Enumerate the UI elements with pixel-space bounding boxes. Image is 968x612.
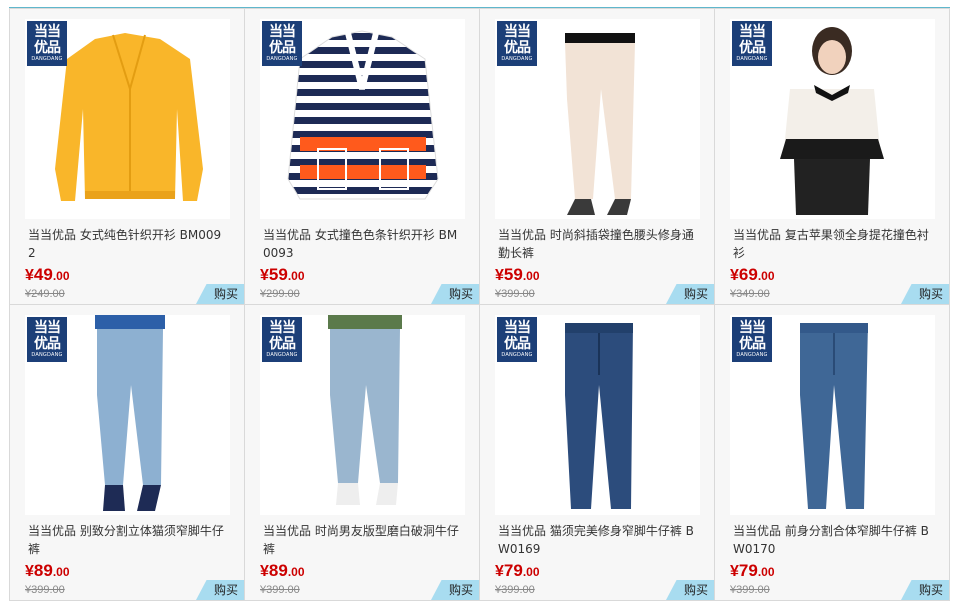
product-title[interactable]: 当当优品 前身分割合体窄脚牛仔裤 BW0170	[733, 522, 933, 558]
product-image-cream-trousers[interactable]: 当当 优品 DANGDANG	[495, 19, 700, 219]
dangdang-logo: 当当 优品 DANGDANG	[27, 21, 67, 66]
product-price: ¥49.00	[25, 265, 70, 284]
product-price: ¥89.00	[25, 561, 70, 580]
product-image-striped-cardigan[interactable]: 当当 优品 DANGDANG	[260, 19, 465, 219]
product-price: ¥89.00	[260, 561, 305, 580]
original-price: ¥399.00	[495, 584, 535, 596]
dangdang-logo: 当当 优品 DANGDANG	[497, 317, 537, 362]
product-price: ¥59.00	[260, 265, 305, 284]
product-title[interactable]: 当当优品 猫须完美修身窄脚牛仔裤 BW0169	[498, 522, 698, 558]
original-price: ¥399.00	[495, 288, 535, 300]
product-price: ¥59.00	[495, 265, 540, 284]
product-image-blue-jeans[interactable]: 当当 优品 DANGDANG	[730, 315, 935, 515]
buy-button[interactable]: 购买	[196, 284, 244, 304]
product-price: ¥79.00	[730, 561, 775, 580]
buy-button[interactable]: 购买	[666, 284, 714, 304]
product-image-yellow-cardigan[interactable]: 当当 优品 DANGDANG	[25, 19, 230, 219]
product-grid: 当当 优品 DANGDANG 当当优品 女式纯色针织开衫 BM0092 ¥49.…	[9, 8, 950, 601]
original-price: ¥399.00	[730, 584, 770, 596]
product-card[interactable]: 当当 优品 DANGDANG 当当优品 前身分割合体窄脚牛仔裤 BW0170 ¥…	[714, 304, 950, 601]
dangdang-logo: 当当 优品 DANGDANG	[732, 21, 772, 66]
product-card[interactable]: 当当 优品 DANGDANG 当当优品 复古苹果领全身提花撞色衬衫 ¥69.00…	[714, 8, 950, 305]
dangdang-logo: 当当 优品 DANGDANG	[497, 21, 537, 66]
product-title[interactable]: 当当优品 女式撞色色条针织开衫 BM0093	[263, 226, 463, 262]
original-price: ¥399.00	[260, 584, 300, 596]
buy-button[interactable]: 购买	[901, 580, 949, 600]
buy-button[interactable]: 购买	[431, 284, 479, 304]
dangdang-logo: 当当 优品 DANGDANG	[732, 317, 772, 362]
product-image-light-jeans[interactable]: 当当 优品 DANGDANG	[25, 315, 230, 515]
product-image-white-blouse[interactable]: 当当 优品 DANGDANG	[730, 19, 935, 219]
product-card[interactable]: 当当 优品 DANGDANG 当当优品 女式撞色色条针织开衫 BM0093 ¥5…	[244, 8, 480, 305]
product-card[interactable]: 当当 优品 DANGDANG 当当优品 时尚男友版型磨白破洞牛仔裤 ¥89.00…	[244, 304, 480, 601]
dangdang-logo: 当当 优品 DANGDANG	[27, 317, 67, 362]
product-card[interactable]: 当当 优品 DANGDANG 当当优品 时尚斜插袋撞色腰头修身通勤长裤 ¥59.…	[479, 8, 715, 305]
product-card[interactable]: 当当 优品 DANGDANG 当当优品 别致分割立体猫须窄脚牛仔裤 ¥89.00…	[9, 304, 245, 601]
product-title[interactable]: 当当优品 女式纯色针织开衫 BM0092	[28, 226, 228, 262]
product-title[interactable]: 当当优品 时尚斜插袋撞色腰头修身通勤长裤	[498, 226, 698, 262]
buy-button[interactable]: 购买	[196, 580, 244, 600]
original-price: ¥249.00	[25, 288, 65, 300]
product-title[interactable]: 当当优品 复古苹果领全身提花撞色衬衫	[733, 226, 933, 262]
product-card[interactable]: 当当 优品 DANGDANG 当当优品 女式纯色针织开衫 BM0092 ¥49.…	[9, 8, 245, 305]
dangdang-logo: 当当 优品 DANGDANG	[262, 21, 302, 66]
buy-button[interactable]: 购买	[666, 580, 714, 600]
original-price: ¥349.00	[730, 288, 770, 300]
buy-button[interactable]: 购买	[431, 580, 479, 600]
product-card[interactable]: 当当 优品 DANGDANG 当当优品 猫须完美修身窄脚牛仔裤 BW0169 ¥…	[479, 304, 715, 601]
product-image-boyfriend-jeans[interactable]: 当当 优品 DANGDANG	[260, 315, 465, 515]
product-image-dark-jeans[interactable]: 当当 优品 DANGDANG	[495, 315, 700, 515]
original-price: ¥399.00	[25, 584, 65, 596]
product-title[interactable]: 当当优品 别致分割立体猫须窄脚牛仔裤	[28, 522, 228, 558]
buy-button[interactable]: 购买	[901, 284, 949, 304]
product-price: ¥79.00	[495, 561, 540, 580]
original-price: ¥299.00	[260, 288, 300, 300]
product-price: ¥69.00	[730, 265, 775, 284]
dangdang-logo: 当当 优品 DANGDANG	[262, 317, 302, 362]
product-title[interactable]: 当当优品 时尚男友版型磨白破洞牛仔裤	[263, 522, 463, 558]
